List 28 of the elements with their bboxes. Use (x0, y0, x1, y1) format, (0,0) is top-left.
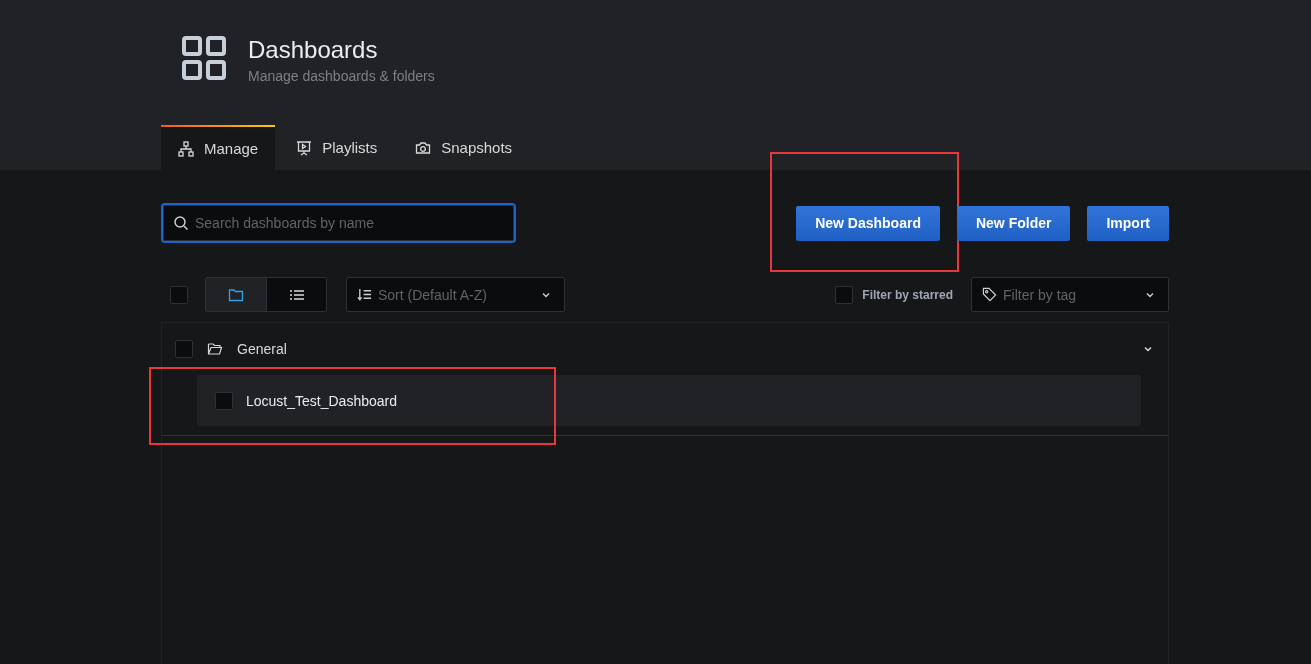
tab[interactable]: Playlists (279, 125, 395, 170)
tab[interactable]: Snapshots (398, 125, 530, 170)
search-icon (173, 215, 189, 231)
presentation-icon (296, 139, 313, 156)
search-field[interactable]: Search dashboards by name (161, 203, 516, 243)
folder-icon (228, 286, 244, 303)
view-toggle[interactable] (206, 278, 266, 311)
tag-icon (982, 287, 997, 302)
sitemap-icon (178, 140, 194, 157)
folder-name[interactable]: General (237, 341, 1128, 357)
checkbox[interactable] (170, 285, 188, 304)
checkbox[interactable] (835, 285, 854, 304)
view-toggle[interactable] (266, 278, 326, 311)
grid-icon (182, 36, 226, 80)
camera-icon (415, 139, 432, 156)
checkbox[interactable] (175, 340, 193, 358)
tab[interactable]: Manage (161, 125, 276, 170)
action-button[interactable]: New Dashboard (796, 205, 940, 241)
action-button[interactable]: Import (1087, 205, 1169, 241)
action-button[interactable]: New Folder (956, 205, 1071, 241)
dashboard-name[interactable]: Locust_Test_Dashboard (246, 392, 397, 409)
page-title: Dashboards (248, 36, 379, 64)
checkbox[interactable] (215, 391, 233, 410)
sort-icon (357, 287, 372, 302)
dashboard-item[interactable]: Locust_Test_Dashboard (197, 375, 1141, 426)
folder-icon (207, 341, 223, 357)
page-subtitle: Manage dashboards & folders (248, 68, 435, 84)
checkbox-label: Filter by starred (862, 287, 953, 302)
